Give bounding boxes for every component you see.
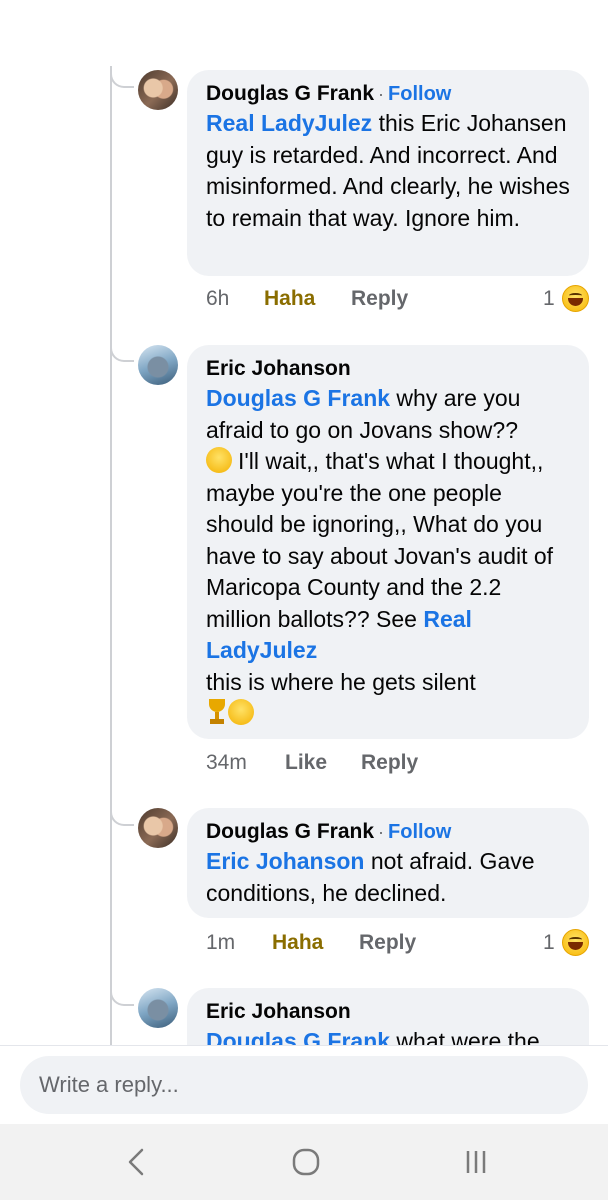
comment-time[interactable]: 6h xyxy=(206,284,229,314)
reply-connector xyxy=(110,984,134,1006)
comment-thread: Douglas G Frank · Follow Real LadyJulez th… xyxy=(0,0,608,1045)
comment-text: what were the xyxy=(390,1028,540,1045)
follow-button[interactable]: Follow xyxy=(388,821,451,843)
recent-apps-icon[interactable] xyxy=(446,1142,506,1182)
avatar-douglas-g-frank[interactable] xyxy=(138,808,178,848)
reply-connector xyxy=(110,340,134,362)
comment-author[interactable]: Douglas G Frank xyxy=(206,82,374,105)
comment-author[interactable]: Eric Johanson xyxy=(206,357,351,380)
divider xyxy=(0,1045,608,1046)
comment-bubble[interactable]: Eric Johanson Douglas G Frank what were … xyxy=(187,988,589,1045)
comment-author[interactable]: Eric Johanson xyxy=(206,1000,351,1023)
comment-time[interactable]: 1m xyxy=(206,928,235,958)
mention-link[interactable]: Douglas G Frank xyxy=(206,385,390,411)
mention-link[interactable]: Douglas G Frank xyxy=(206,1028,390,1045)
haha-reaction-button[interactable]: Haha xyxy=(264,284,315,314)
reply-button[interactable]: Reply xyxy=(361,748,418,778)
separator-dot: · xyxy=(378,84,385,104)
system-nav-bar xyxy=(0,1124,608,1200)
thread-line xyxy=(110,66,112,1045)
laughing-face-icon xyxy=(228,699,254,725)
haha-reaction-icon[interactable] xyxy=(562,929,589,956)
reaction-count[interactable]: 1 xyxy=(543,284,555,314)
reply-connector xyxy=(110,804,134,826)
back-icon[interactable] xyxy=(106,1142,166,1182)
comment-text: this is where he gets silent xyxy=(206,668,476,695)
haha-reaction-button[interactable]: Haha xyxy=(272,928,323,958)
comment-text: I'll wait,, that's what I thought,, mayb… xyxy=(206,448,554,632)
home-icon[interactable] xyxy=(276,1142,336,1182)
mention-link[interactable]: Eric Johanson xyxy=(206,848,364,874)
like-button[interactable]: Like xyxy=(285,748,327,778)
comment-author[interactable]: Douglas G Frank xyxy=(206,820,374,843)
avatar-eric-johanson[interactable] xyxy=(138,988,178,1028)
avatar-douglas-g-frank[interactable] xyxy=(138,70,178,110)
reply-button[interactable]: Reply xyxy=(359,928,416,958)
reply-input[interactable]: Write a reply... xyxy=(20,1056,588,1114)
follow-button[interactable]: Follow xyxy=(388,83,451,105)
haha-reaction-icon[interactable] xyxy=(562,285,589,312)
thinking-face-icon xyxy=(206,447,232,473)
avatar-eric-johanson[interactable] xyxy=(138,345,178,385)
comment-bubble[interactable]: Douglas G Frank · Follow Real LadyJulez th… xyxy=(187,70,589,276)
reply-connector xyxy=(110,66,134,88)
trophy-icon xyxy=(206,699,228,725)
mention-link[interactable]: Real LadyJulez xyxy=(206,110,372,136)
separator-dot: · xyxy=(378,822,385,842)
comment-bubble[interactable]: Eric Johanson Douglas G Frank why are yo… xyxy=(187,345,589,739)
reaction-count[interactable]: 1 xyxy=(543,928,555,958)
comment-time[interactable]: 34m xyxy=(206,748,247,778)
comment-bubble[interactable]: Douglas G Frank · Follow Eric Johanson not… xyxy=(187,808,589,918)
reply-button[interactable]: Reply xyxy=(351,284,408,314)
